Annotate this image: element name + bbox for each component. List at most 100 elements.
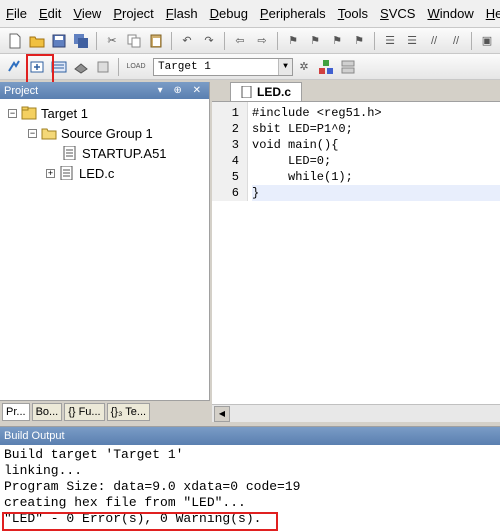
stop-build-icon[interactable]: [94, 58, 112, 76]
toolbar-separator: [277, 31, 278, 50]
tree-label-target: Target 1: [41, 105, 88, 121]
tab-project[interactable]: Pr...: [2, 402, 30, 421]
file-icon: [63, 146, 76, 160]
line-number-gutter: 1 2 3 4 5 6: [212, 102, 248, 201]
build-output-title: Build Output: [4, 430, 65, 442]
save-icon[interactable]: [50, 32, 68, 50]
select-packs-icon[interactable]: [339, 58, 357, 76]
editor-tabbar: LED.c: [212, 82, 500, 102]
collapse-icon[interactable]: −: [28, 128, 37, 138]
tree-label-file: LED.c: [79, 165, 115, 181]
code-lines[interactable]: #include <reg51.h> sbit LED=P1^0; void m…: [248, 102, 500, 201]
menu-svcs[interactable]: SVCS: [374, 0, 421, 28]
tree-label-source-group: Source Group 1: [61, 125, 153, 141]
indent-icon[interactable]: ☰: [381, 32, 399, 50]
cut-icon[interactable]: ✂: [103, 32, 121, 50]
project-pane-title: Project: [4, 84, 39, 97]
target-select-value: Target 1: [158, 60, 211, 73]
project-pane-header: Project ▾ ⊕ ✕: [0, 82, 209, 99]
editor-tab-led-c[interactable]: LED.c: [230, 82, 303, 101]
comment-icon[interactable]: //: [425, 32, 443, 50]
translate-icon[interactable]: [6, 58, 24, 76]
build-toolbar: LOAD Target 1 ▼ ✲: [0, 54, 500, 80]
menu-project[interactable]: Project: [107, 0, 159, 28]
file-icon: [60, 166, 73, 180]
project-pane-tabs: Pr... Bo... {} Fu... {}₃ Te...: [0, 400, 210, 422]
target-options-icon[interactable]: ✲: [295, 58, 313, 76]
editor-tab-label: LED.c: [257, 85, 292, 99]
nav-back-icon[interactable]: ⇦: [231, 32, 249, 50]
build-output-pane: Build Output Build target 'Target 1' lin…: [0, 426, 500, 531]
build-result-highlight: [2, 512, 278, 531]
menu-flash[interactable]: Flash: [160, 0, 204, 28]
chevron-down-icon[interactable]: ▼: [278, 58, 292, 75]
code-line[interactable]: #include <reg51.h>: [252, 105, 500, 121]
main-toolbar: ✂ ↶ ↷ ⇦ ⇨ ⚑ ⚑ ⚑ ⚑ ☰ ☰ // // ▣: [0, 28, 500, 54]
collapse-icon[interactable]: −: [8, 108, 17, 118]
code-line[interactable]: void main(){: [252, 137, 500, 153]
tab-functions[interactable]: {} Fu...: [64, 402, 105, 421]
save-all-icon[interactable]: [72, 32, 90, 50]
undo-icon[interactable]: ↶: [178, 32, 196, 50]
horizontal-scrollbar[interactable]: ◀: [212, 404, 500, 422]
code-line[interactable]: LED=0;: [252, 153, 500, 169]
bookmark-next-icon[interactable]: ⚑: [328, 32, 346, 50]
folder-icon: [41, 128, 57, 140]
menu-tools[interactable]: Tools: [332, 0, 374, 28]
load-download-icon[interactable]: LOAD: [125, 58, 147, 76]
tree-node-file[interactable]: + LED.c: [0, 163, 209, 183]
line-number: 6: [231, 186, 239, 200]
pane-controls[interactable]: ▾ ⊕ ✕: [158, 85, 209, 96]
code-line[interactable]: while(1);: [252, 169, 500, 185]
menu-peripherals[interactable]: Peripherals: [254, 0, 332, 28]
bookmark-icon[interactable]: ⚑: [284, 32, 302, 50]
bookmark-clear-icon[interactable]: ⚑: [350, 32, 368, 50]
build-output-header: Build Output: [0, 427, 500, 445]
code-editor: LED.c 1 2 3 4 5 6 #include <reg51.h> sbi…: [212, 82, 500, 422]
copy-icon[interactable]: [125, 32, 143, 50]
tree-node-file[interactable]: STARTUP.A51: [0, 143, 209, 163]
toolbar-separator: [224, 31, 225, 50]
code-area[interactable]: 1 2 3 4 5 6 #include <reg51.h> sbit LED=…: [212, 102, 500, 201]
tree-node-source-group[interactable]: − Source Group 1: [0, 123, 209, 143]
menu-edit[interactable]: Edit: [33, 0, 67, 28]
code-line[interactable]: sbit LED=P1^0;: [252, 121, 500, 137]
tree-label-file: STARTUP.A51: [82, 145, 167, 161]
line-number: 2: [231, 122, 239, 136]
project-tree: − Target 1 − Source Group 1 STARTUP.A51 …: [0, 99, 209, 183]
manage-components-icon[interactable]: [317, 58, 335, 76]
file-icon: [241, 86, 252, 98]
menu-help[interactable]: Help: [480, 0, 500, 28]
toolbar-separator: [171, 31, 172, 50]
output-line: Build target 'Target 1': [4, 447, 184, 462]
tab-books[interactable]: Bo...: [31, 402, 63, 421]
menu-file[interactable]: File: [0, 0, 33, 28]
nav-forward-icon[interactable]: ⇨: [253, 32, 271, 50]
tab-templates[interactable]: {}₃ Te...: [106, 402, 151, 421]
output-line: Program Size: data=9.0 xdata=0 code=19: [4, 479, 301, 494]
target-icon: [21, 106, 37, 120]
line-number: 5: [231, 170, 239, 184]
target-select[interactable]: Target 1 ▼: [153, 57, 293, 76]
line-number: 4: [231, 154, 239, 168]
output-line: linking...: [4, 463, 83, 478]
menu-view[interactable]: View: [67, 0, 107, 28]
redo-icon[interactable]: ↷: [200, 32, 218, 50]
batch-build-icon[interactable]: [72, 58, 90, 76]
toolbar-separator: [118, 57, 119, 76]
open-folder-icon[interactable]: [28, 32, 46, 50]
uncomment-icon[interactable]: //: [447, 32, 465, 50]
toolbar-separator: [471, 31, 472, 50]
new-file-icon[interactable]: [6, 32, 24, 50]
toolbar-separator: [374, 31, 375, 50]
bookmark-prev-icon[interactable]: ⚑: [306, 32, 324, 50]
expand-icon[interactable]: +: [46, 168, 55, 178]
unindent-icon[interactable]: ☰: [403, 32, 421, 50]
find-icon[interactable]: ▣: [478, 32, 496, 50]
menu-debug[interactable]: Debug: [204, 0, 254, 28]
paste-icon[interactable]: [147, 32, 165, 50]
menu-window[interactable]: Window: [421, 0, 479, 28]
code-line[interactable]: }: [252, 185, 500, 201]
tree-node-target[interactable]: − Target 1: [0, 103, 209, 123]
scroll-left-icon[interactable]: ◀: [214, 405, 230, 422]
